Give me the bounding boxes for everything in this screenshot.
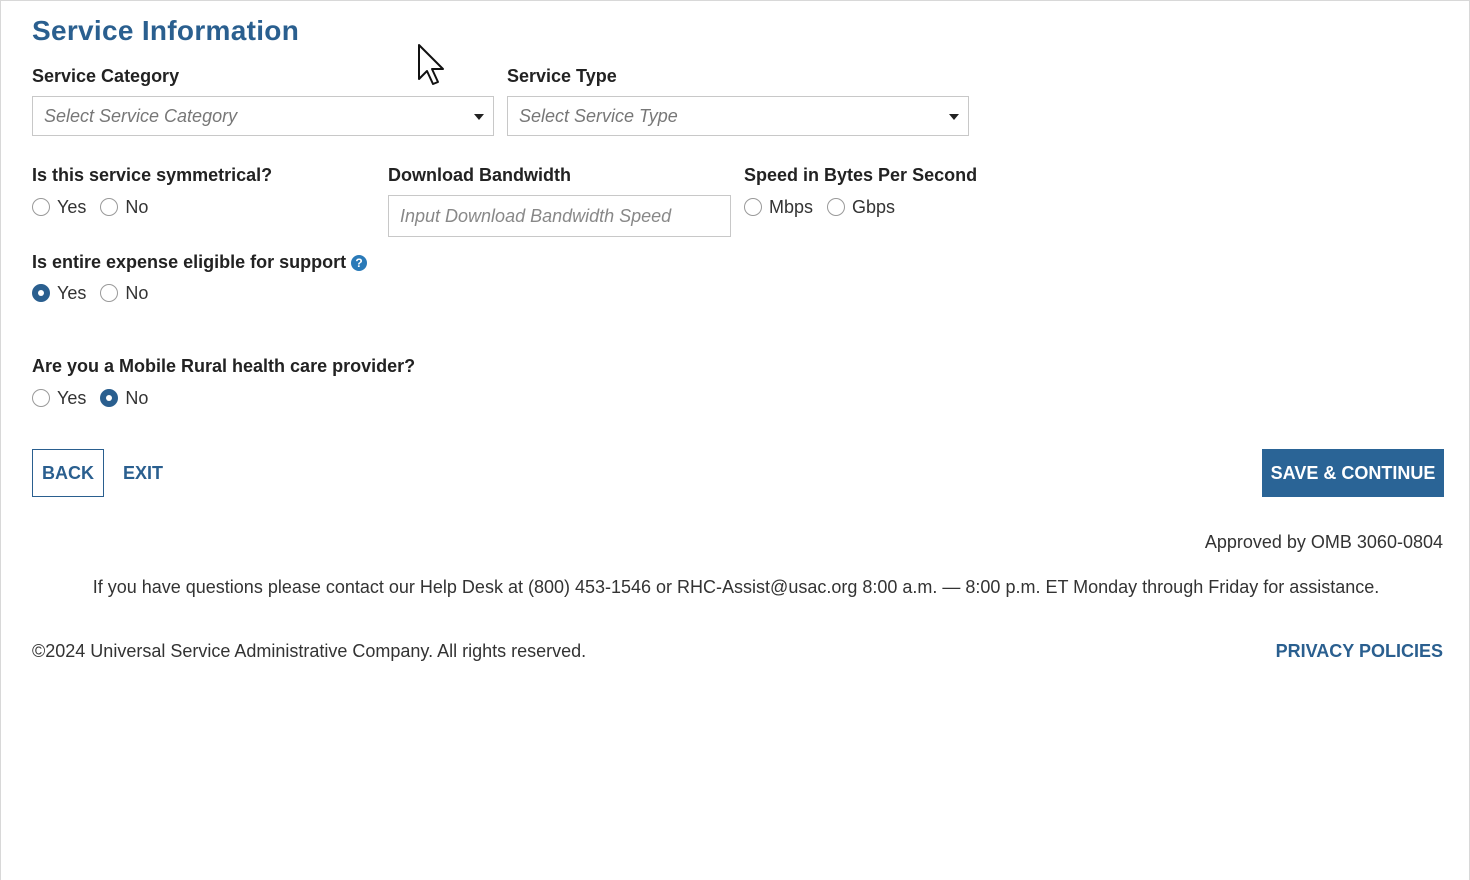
speed-mbps-label: Mbps [769, 196, 814, 217]
eligible-yes-option[interactable]: Yes [32, 283, 86, 304]
eligible-radio-group: Yes No [32, 282, 162, 304]
service-type-label: Service Type [507, 66, 617, 86]
save-continue-button[interactable]: SAVE & CONTINUE [1262, 449, 1444, 497]
symmetrical-yes-label: Yes [57, 196, 87, 217]
download-bandwidth-input[interactable]: Input Download Bandwidth Speed [388, 195, 731, 237]
eligible-no-option[interactable]: No [100, 283, 148, 304]
speed-unit-radio-group: Mbps Gbps [744, 196, 909, 218]
mobile-yes-radio[interactable] [32, 389, 50, 407]
speed-mbps-option[interactable]: Mbps [744, 197, 813, 218]
back-button[interactable]: BACK [32, 449, 104, 497]
speed-gbps-radio[interactable] [827, 198, 846, 216]
eligible-label: Is entire expense eligible for support [32, 252, 347, 272]
service-category-label: Service Category [32, 66, 180, 86]
help-question-icon[interactable]: ? [351, 255, 368, 271]
eligible-no-label: No [125, 282, 149, 303]
speed-mbps-radio[interactable] [744, 198, 762, 216]
dropdown-caret-icon [949, 114, 959, 120]
mobile-no-option[interactable]: No [100, 388, 148, 409]
service-type-placeholder: Select Service Type [519, 106, 678, 126]
mobile-no-label: No [125, 387, 149, 408]
symmetrical-yes-radio[interactable] [32, 198, 50, 216]
symmetrical-label: Is this service symmetrical? [32, 165, 273, 185]
mobile-provider-radio-group: Yes No [32, 387, 162, 409]
symmetrical-no-option[interactable]: No [100, 197, 148, 218]
speed-unit-label: Speed in Bytes Per Second [744, 165, 978, 185]
download-bandwidth-label: Download Bandwidth [388, 165, 571, 185]
symmetrical-yes-option[interactable]: Yes [32, 197, 86, 218]
download-bandwidth-placeholder: Input Download Bandwidth Speed [400, 206, 672, 226]
speed-gbps-label: Gbps [852, 196, 896, 217]
speed-gbps-option[interactable]: Gbps [827, 197, 895, 218]
service-category-placeholder: Select Service Category [44, 106, 238, 126]
service-type-select[interactable]: Select Service Type [507, 96, 969, 136]
eligible-yes-radio[interactable] [32, 284, 50, 302]
privacy-policies-link[interactable]: PRIVACY POLICIES [1276, 641, 1443, 662]
exit-link[interactable]: EXIT [123, 463, 163, 484]
mobile-yes-option[interactable]: Yes [32, 388, 86, 409]
service-category-select[interactable]: Select Service Category [32, 96, 494, 136]
omb-approval-text: Approved by OMB 3060-0804 [1204, 532, 1443, 552]
mobile-provider-label: Are you a Mobile Rural health care provi… [32, 356, 416, 376]
eligible-label-row: Is entire expense eligible for support? [32, 252, 368, 273]
dropdown-caret-icon [474, 114, 484, 120]
section-title: Service Information [32, 15, 300, 46]
eligible-yes-label: Yes [57, 282, 87, 303]
helpdesk-text: If you have questions please contact our… [92, 577, 1380, 597]
mobile-no-radio[interactable] [100, 389, 119, 407]
eligible-no-radio[interactable] [100, 284, 119, 302]
mobile-yes-label: Yes [57, 387, 87, 408]
symmetrical-radio-group: Yes No [32, 196, 162, 218]
symmetrical-no-radio[interactable] [100, 198, 119, 216]
copyright-text: ©2024 Universal Service Administrative C… [32, 641, 587, 661]
symmetrical-no-label: No [125, 196, 149, 217]
mouse-pointer-icon [418, 44, 444, 85]
